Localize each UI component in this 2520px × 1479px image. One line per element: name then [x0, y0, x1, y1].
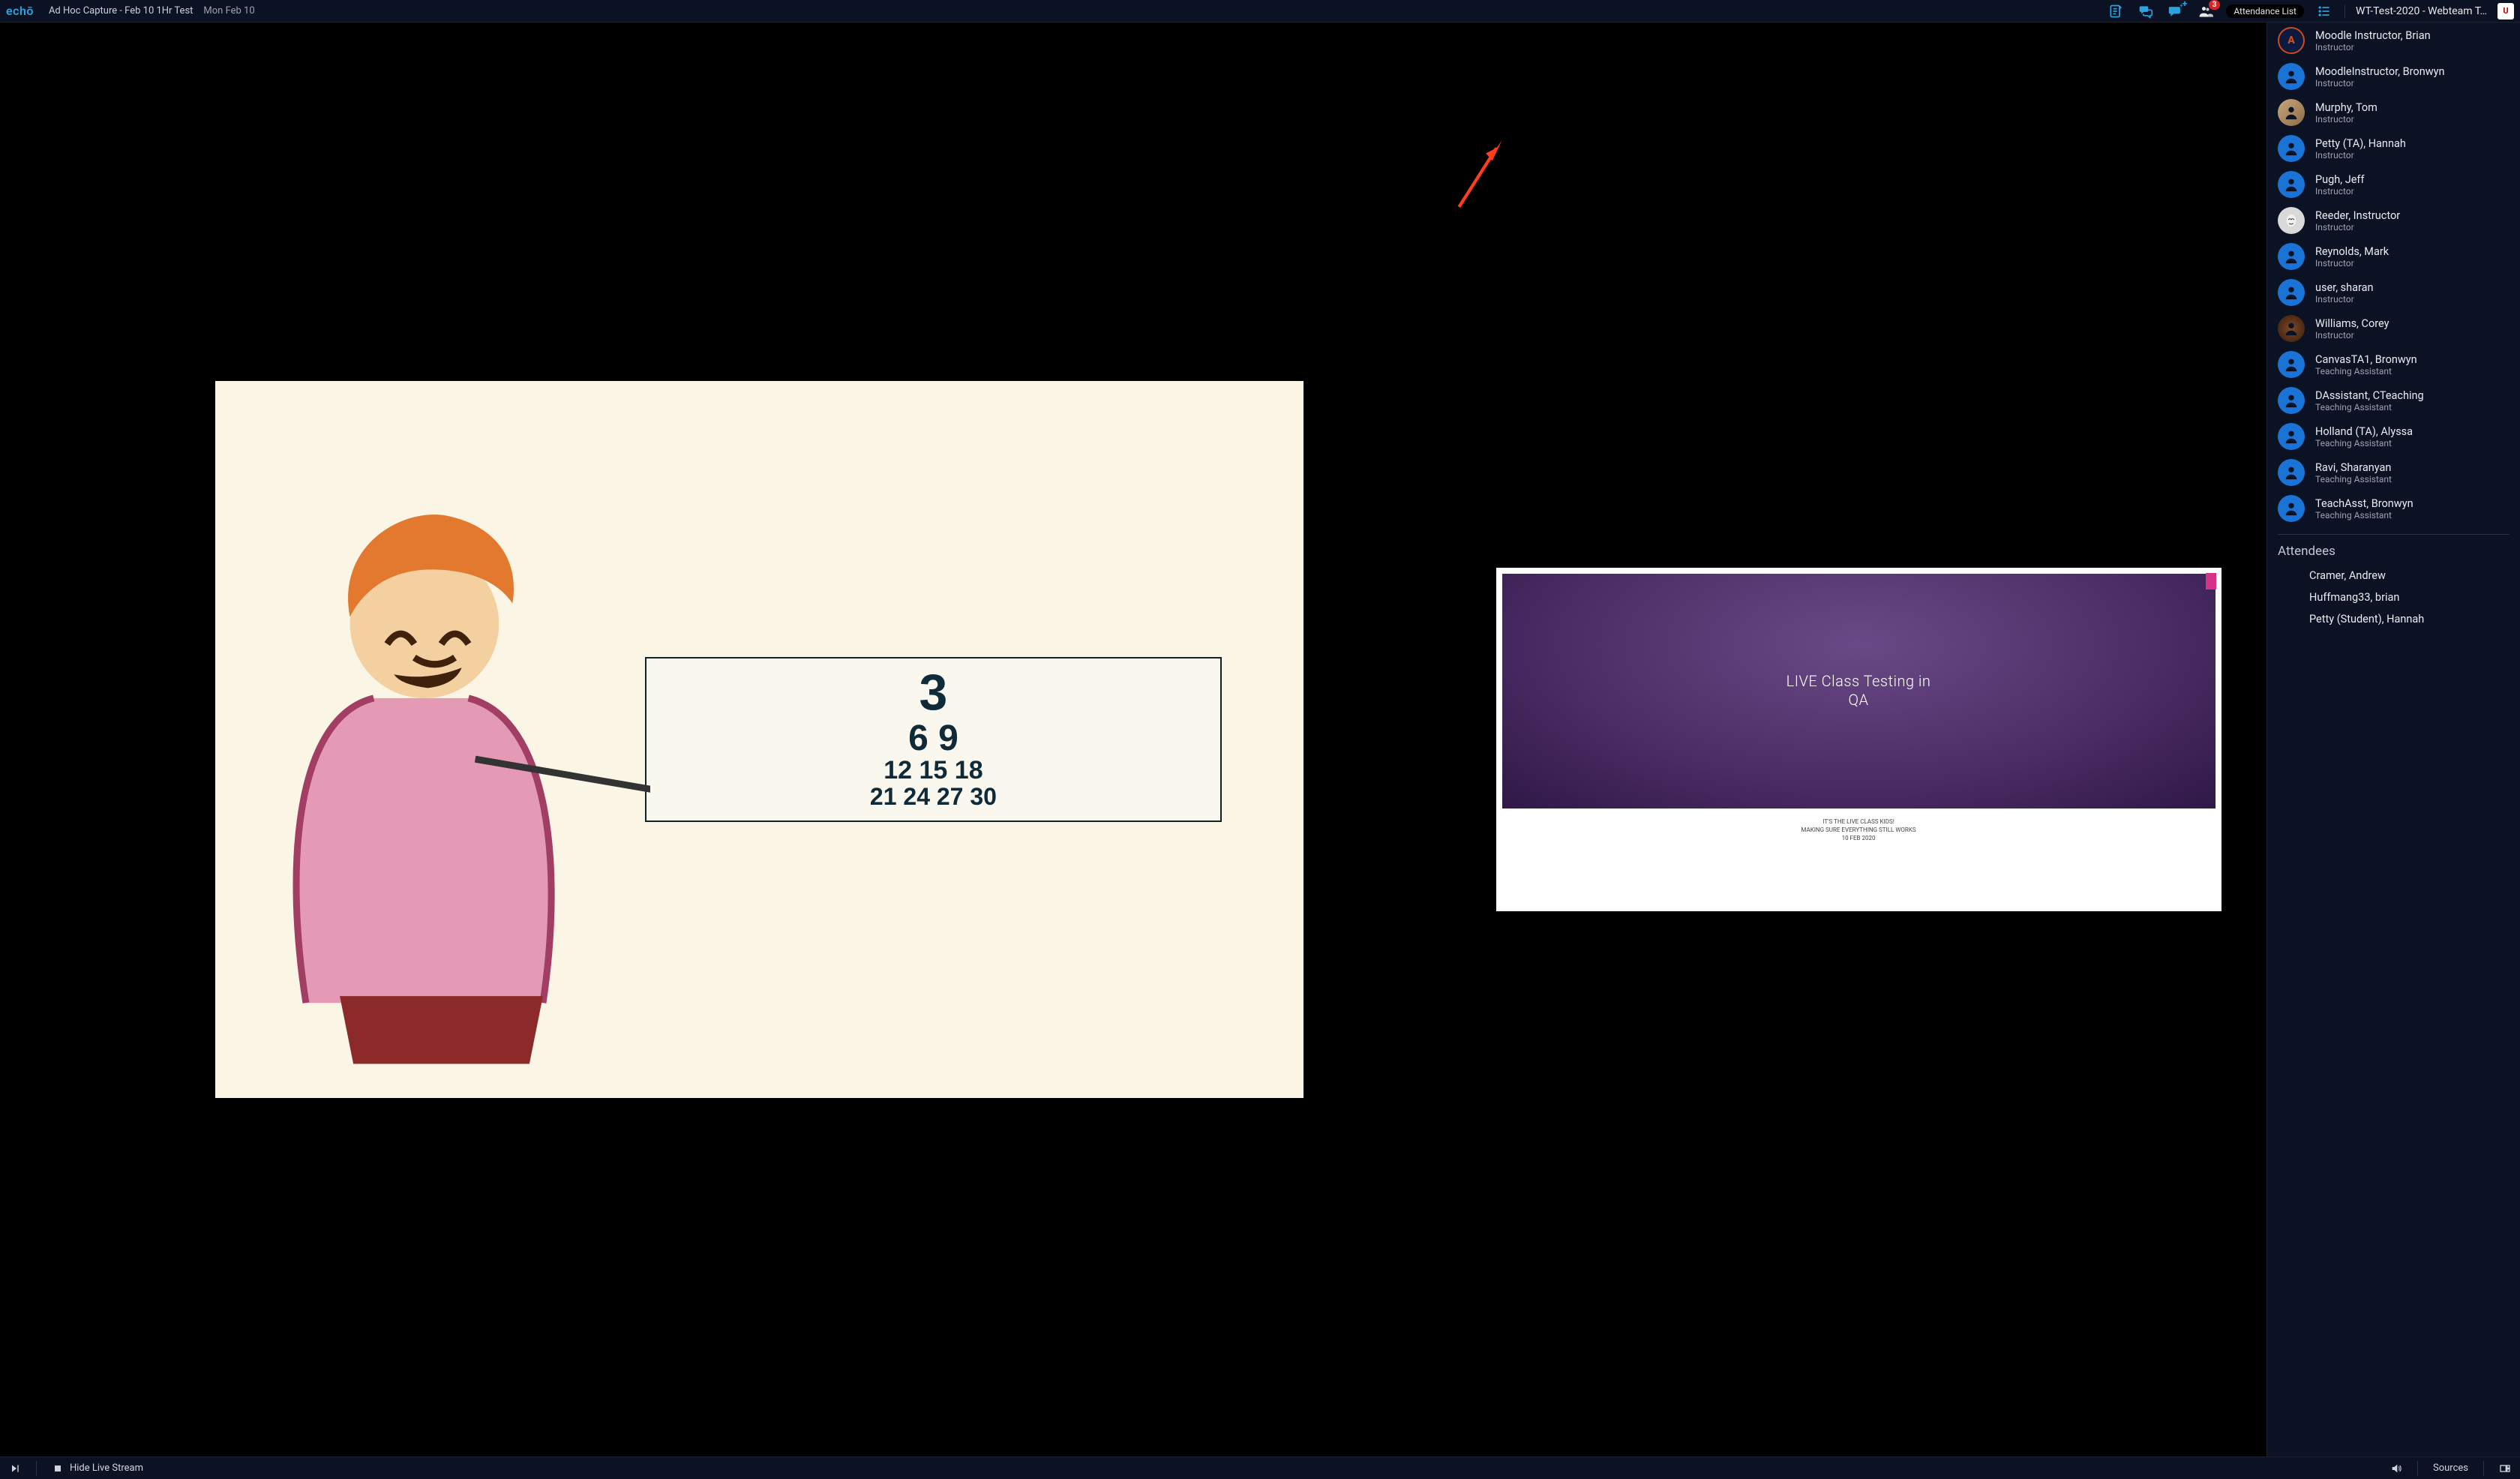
person-role: Teaching Assistant: [2315, 438, 2413, 448]
avatar: [2278, 423, 2305, 450]
board-row-4: 21 24 27 30: [651, 784, 1216, 810]
person-role: Instructor: [2315, 258, 2389, 268]
person-name: Murphy, Tom: [2315, 101, 2378, 114]
attendance-tooltip: Attendance List: [2226, 4, 2304, 18]
board-row-3: 12 15 18: [651, 758, 1216, 784]
person-role: Instructor: [2315, 222, 2400, 232]
sources-button[interactable]: Sources: [2428, 1462, 2473, 1474]
avatar: [2278, 279, 2305, 306]
sidebar-divider: [2278, 534, 2510, 535]
layout-button[interactable]: [2494, 1462, 2516, 1474]
person-role: Instructor: [2315, 330, 2389, 340]
person-role: Instructor: [2315, 78, 2444, 88]
attendance-scroll[interactable]: AMoodle Instructor, BrianInstructorMoodl…: [2267, 22, 2520, 1456]
slide-subtitle: IT'S THE LIVE CLASS KIDS! MAKING SURE EV…: [1496, 814, 2222, 843]
capture-date: Mon Feb 10: [203, 5, 254, 16]
avatar: [2278, 459, 2305, 486]
person-row[interactable]: TeachAsst, BronwynTeaching Assistant: [2267, 490, 2520, 526]
sources-label: Sources: [2433, 1462, 2468, 1474]
person-name: Reynolds, Mark: [2315, 245, 2389, 258]
person-role: Instructor: [2315, 42, 2431, 52]
video-stage: 3 6 9 12 15 18 21 24 27 30 LIVE Class Te…: [0, 22, 2266, 1456]
hide-live-stream-label: Hide Live Stream: [70, 1462, 143, 1474]
person-name: Moodle Instructor, Brian: [2315, 29, 2431, 42]
attendance-icon[interactable]: 3: [2196, 3, 2216, 20]
person-role: Instructor: [2315, 186, 2365, 196]
person-row[interactable]: user, sharanInstructor: [2267, 274, 2520, 310]
person-row[interactable]: DAssistant, CTeachingTeaching Assistant: [2267, 382, 2520, 418]
person-role: Teaching Assistant: [2315, 510, 2414, 520]
person-role: Teaching Assistant: [2315, 366, 2417, 376]
person-row[interactable]: Ravi, SharanyanTeaching Assistant: [2267, 454, 2520, 490]
person-role: Teaching Assistant: [2315, 474, 2392, 484]
camera-source-panel[interactable]: 3 6 9 12 15 18 21 24 27 30: [215, 381, 1304, 1098]
top-bar: echō Ad Hoc Capture - Feb 10 1Hr Test Mo…: [0, 0, 2520, 22]
attendance-badge: 3: [2209, 0, 2221, 10]
avatar: A: [2278, 27, 2305, 54]
capture-title: Ad Hoc Capture - Feb 10 1Hr Test: [49, 5, 193, 16]
person-name: Holland (TA), Alyssa: [2315, 425, 2413, 438]
avatar: [2278, 99, 2305, 126]
board-row-2: 6 9: [651, 720, 1216, 758]
institution-badge[interactable]: U: [2498, 3, 2514, 20]
avatar: [2278, 207, 2305, 234]
person-row[interactable]: Holland (TA), AlyssaTeaching Assistant: [2267, 418, 2520, 454]
avatar: [2278, 171, 2305, 198]
person-role: Instructor: [2315, 294, 2374, 304]
person-row[interactable]: A Moodle Instructor, BrianInstructor: [2267, 22, 2520, 58]
person-row[interactable]: Reeder, InstructorInstructor: [2267, 202, 2520, 238]
person-name: Petty (TA), Hannah: [2315, 137, 2406, 150]
list-toggle-icon[interactable]: [2314, 3, 2334, 20]
person-row[interactable]: Petty (TA), HannahInstructor: [2267, 130, 2520, 166]
new-chat-icon[interactable]: + +: [2166, 3, 2186, 20]
person-role: Instructor: [2315, 114, 2378, 124]
volume-button[interactable]: [2386, 1462, 2407, 1474]
person-role: Instructor: [2315, 150, 2406, 160]
person-name: Ravi, Sharanyan: [2315, 461, 2392, 474]
person-name: TeachAsst, Bronwyn: [2315, 497, 2414, 510]
avatar: [2278, 243, 2305, 270]
slide-corner-mark: [2206, 573, 2216, 590]
cartoon-teacher: [215, 381, 563, 1098]
person-role: Teaching Assistant: [2315, 402, 2424, 412]
attendees-header: Attendees: [2267, 544, 2520, 565]
person-name: Reeder, Instructor: [2315, 209, 2400, 222]
person-row[interactable]: CanvasTA1, BronwynTeaching Assistant: [2267, 346, 2520, 382]
bottom-bar: Hide Live Stream Sources: [0, 1456, 2520, 1479]
slide-source-panel[interactable]: LIVE Class Testing in QA IT'S THE LIVE C…: [1496, 568, 2222, 912]
avatar: [2278, 315, 2305, 342]
person-row[interactable]: Pugh, JeffInstructor: [2267, 166, 2520, 202]
multiplication-board: 3 6 9 12 15 18 21 24 27 30: [563, 381, 1303, 1098]
avatar: [2278, 63, 2305, 90]
attendance-sidebar: AMoodle Instructor, BrianInstructorMoodl…: [2266, 22, 2520, 1456]
hide-live-stream-button[interactable]: Hide Live Stream: [47, 1462, 148, 1474]
annotation-arrow: [1450, 137, 1510, 212]
person-row[interactable]: Reynolds, MarkInstructor: [2267, 238, 2520, 274]
person-row[interactable]: Murphy, TomInstructor: [2267, 94, 2520, 130]
person-name: CanvasTA1, Bronwyn: [2315, 353, 2417, 366]
person-row[interactable]: Williams, CoreyInstructor: [2267, 310, 2520, 346]
person-name: DAssistant, CTeaching: [2315, 389, 2424, 402]
course-title[interactable]: WT-Test-2020 - Webteam T…: [2356, 5, 2487, 17]
board-row-1: 3: [651, 666, 1216, 719]
person-name: Pugh, Jeff: [2315, 173, 2365, 186]
slide-title: LIVE Class Testing in QA: [1786, 672, 1931, 710]
attendee-row[interactable]: Cramer, Andrew: [2267, 565, 2520, 586]
notes-icon[interactable]: [2106, 3, 2126, 20]
attendee-row[interactable]: Petty (Student), Hannah: [2267, 608, 2520, 630]
person-row[interactable]: MoodleInstructor, BronwynInstructor: [2267, 58, 2520, 94]
person-name: MoodleInstructor, Bronwyn: [2315, 65, 2444, 78]
person-name: user, sharan: [2315, 281, 2374, 294]
skip-next-button[interactable]: [4, 1462, 26, 1474]
avatar: [2278, 135, 2305, 162]
person-name: Williams, Corey: [2315, 317, 2389, 330]
app-logo: echō: [6, 4, 34, 18]
avatar: [2278, 387, 2305, 414]
avatar: [2278, 495, 2305, 522]
attendee-row[interactable]: Huffmang33, brian: [2267, 586, 2520, 608]
chat-icon[interactable]: [2136, 3, 2156, 20]
avatar: [2278, 351, 2305, 378]
